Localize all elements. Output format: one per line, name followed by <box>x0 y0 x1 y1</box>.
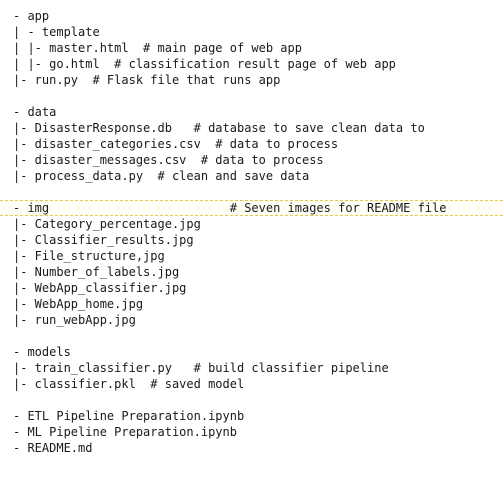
tree-line-go-html: | |- go.html # classification result pag… <box>13 57 396 71</box>
tree-line-img-highlighted: - img # Seven images for README file <box>0 200 503 216</box>
tree-line-app: - app <box>13 9 50 23</box>
tree-line-train-classifier-py: |- train_classifier.py # build classifie… <box>13 361 389 375</box>
tree-line-data: - data <box>13 105 57 119</box>
tree-line-etl-pipeline-notebook: - ETL Pipeline Preparation.ipynb <box>13 409 245 423</box>
tree-line-ml-pipeline-notebook: - ML Pipeline Preparation.ipynb <box>13 425 237 439</box>
tree-line-number-of-labels-jpg: |- Number_of_labels.jpg <box>13 265 180 279</box>
file-structure-listing: - app | - template | |- master.html # ma… <box>0 8 503 456</box>
tree-line-disaster-messages-csv: |- disaster_messages.csv # data to proce… <box>13 153 324 167</box>
tree-line-run-webapp-jpg: |- run_webApp.jpg <box>13 313 136 327</box>
tree-line-disaster-response-db: |- DisasterResponse.db # database to sav… <box>13 121 425 135</box>
tree-line-master-html: | |- master.html # main page of web app <box>13 41 302 55</box>
tree-line-template: | - template <box>13 25 100 39</box>
tree-line-models: - models <box>13 345 71 359</box>
tree-line-process-data-py: |- process_data.py # clean and save data <box>13 169 310 183</box>
tree-line-run-py: |- run.py # Flask file that runs app <box>13 73 281 87</box>
tree-line-readme-md: - README.md <box>13 441 93 455</box>
tree-line-disaster-categories-csv: |- disaster_categories.csv # data to pro… <box>13 137 339 151</box>
tree-line-category-percentage-jpg: |- Category_percentage.jpg <box>13 217 201 231</box>
tree-line-classifier-pkl: |- classifier.pkl # saved model <box>13 377 245 391</box>
tree-line-webapp-home-jpg: |- WebApp_home.jpg <box>13 297 144 311</box>
tree-line-webapp-classifier-jpg: |- WebApp_classifier.jpg <box>13 281 187 295</box>
tree-line-classifier-results-jpg: |- Classifier_results.jpg <box>13 233 194 247</box>
tree-line-file-structure-jpg: |- File_structure,jpg <box>13 249 165 263</box>
